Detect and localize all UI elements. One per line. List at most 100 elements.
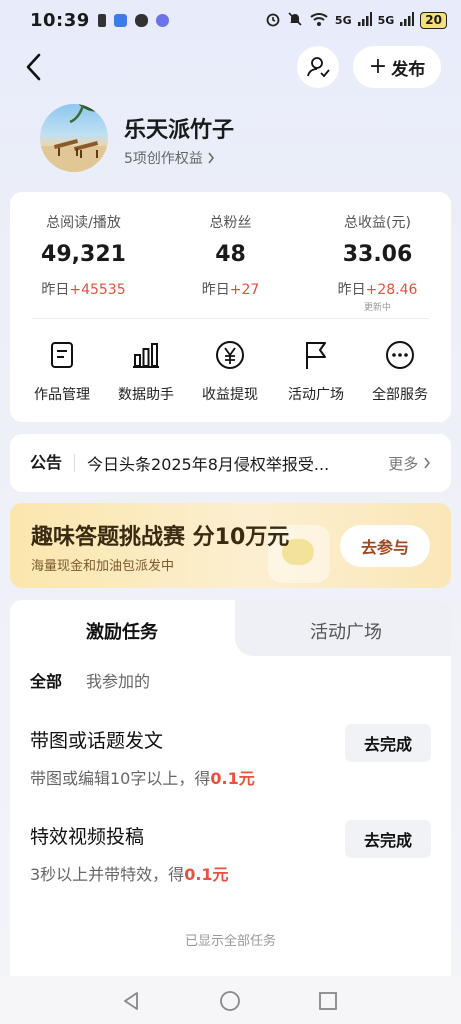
tab-incentive-tasks[interactable]: 激励任务 — [86, 618, 158, 644]
publish-label: 发布 — [391, 59, 426, 80]
service-label: 作品管理 — [34, 387, 90, 403]
task-item: 带图或话题发文 带图或编辑10字以上，得0.1元 去完成 — [30, 724, 431, 789]
stat-delta-value: +45535 — [69, 282, 126, 298]
nav-back-button[interactable] — [120, 990, 142, 1012]
service-label: 数据助手 — [118, 387, 174, 403]
stat-income[interactable]: 总收益(元) 33.06 昨日+28.46 更新中 — [304, 212, 451, 313]
system-nav-bar — [0, 976, 461, 1024]
stat-fans[interactable]: 总粉丝 48 昨日+27 — [157, 212, 304, 299]
stat-delta-prefix: 昨日 — [41, 282, 70, 298]
stat-value: 49,321 — [41, 242, 126, 267]
stat-value: 33.06 — [342, 242, 413, 267]
task-tabs: 激励任务 活动广场 — [10, 600, 451, 656]
service-activity-square[interactable]: 活动广场 — [272, 340, 360, 404]
back-button[interactable] — [18, 50, 48, 84]
stat-delta-prefix: 昨日 — [201, 282, 230, 298]
beach-chair-image — [40, 104, 108, 172]
chevron-left-icon — [26, 53, 41, 81]
stat-delta: 昨日+28.46 — [304, 279, 451, 299]
nav-home-button[interactable] — [219, 990, 241, 1012]
more-icon — [356, 340, 444, 370]
task-reward: 0.1元 — [210, 769, 255, 788]
service-data-assistant[interactable]: 数据助手 — [102, 340, 190, 404]
stat-label: 总阅读/播放 — [46, 215, 121, 231]
announcement-bar[interactable]: 公告 今日头条2025年8月侵权举报受... 更多 — [10, 434, 451, 492]
square-recents-icon — [319, 992, 337, 1010]
service-label: 活动广场 — [288, 387, 344, 403]
service-income-withdraw[interactable]: 收益提现 — [186, 340, 274, 404]
stat-delta-value: +27 — [229, 282, 260, 298]
music-icon — [155, 13, 169, 27]
network-label-2: 5G — [377, 13, 395, 27]
task-description-text: 带图或编辑10字以上，得 — [30, 769, 211, 788]
avatar[interactable] — [40, 104, 108, 172]
announcement-more-label: 更多 — [388, 454, 419, 473]
task-description: 带图或编辑10字以上，得0.1元 — [30, 765, 431, 789]
wechat-icon — [134, 13, 148, 27]
filter-joined[interactable]: 我参加的 — [86, 668, 150, 692]
banner-subtitle: 海量现金和加油包派发中 — [31, 559, 175, 574]
announcement-tag: 公告 — [30, 454, 76, 472]
banner-title: 趣味答题挑战赛 分10万元 — [31, 525, 290, 550]
filter-all[interactable]: 全部 — [30, 668, 62, 692]
service-all-services[interactable]: 全部服务 — [356, 340, 444, 404]
triangle-back-icon — [124, 992, 138, 1010]
status-time: 10:39 — [30, 9, 90, 31]
all-tasks-shown-note: 已显示全部任务 — [184, 934, 276, 949]
service-works-management[interactable]: 作品管理 — [18, 340, 106, 404]
service-label: 收益提现 — [202, 387, 258, 403]
stat-value: 48 — [215, 242, 246, 267]
join-button[interactable]: 去参与 — [340, 525, 430, 567]
alarm-icon — [265, 11, 281, 30]
task-item: 特效视频投稿 3秒以上并带特效，得0.1元 去完成 — [30, 820, 431, 885]
announcement-more-link[interactable]: 更多 — [388, 453, 431, 474]
tasks-panel: 激励任务 活动广场 全部 我参加的 带图或话题发文 带图或编辑10字以上，得0.… — [10, 600, 451, 980]
stat-reads[interactable]: 总阅读/播放 49,321 昨日+45535 — [10, 212, 157, 299]
stat-delta-prefix: 昨日 — [337, 282, 366, 298]
yuan-icon — [186, 340, 274, 370]
stat-delta-value: +28.46 — [365, 282, 418, 298]
complete-task-button[interactable]: 去完成 — [345, 820, 431, 858]
stat-label: 总收益(元) — [344, 215, 411, 231]
status-left: 10:39 — [30, 10, 169, 31]
flag-icon — [272, 340, 360, 370]
quiz-challenge-banner[interactable]: 趣味答题挑战赛 分10万元 海量现金和加油包派发中 去参与 — [10, 503, 451, 588]
user-icon — [307, 57, 330, 78]
nav-recents-button[interactable] — [317, 990, 339, 1012]
chevron-right-icon — [208, 152, 214, 164]
stat-delta: 昨日+27 — [157, 279, 304, 299]
task-reward: 0.1元 — [184, 865, 229, 884]
complete-task-button[interactable]: 去完成 — [345, 724, 431, 762]
tab-activity-square[interactable]: 活动广场 — [310, 618, 382, 644]
username: 乐天派竹子 — [124, 118, 235, 143]
publish-button[interactable]: + 发布 — [353, 46, 441, 88]
service-label: 全部服务 — [372, 387, 428, 403]
signal-icon — [357, 11, 372, 29]
document-icon — [18, 340, 106, 370]
battery-saver-icon — [97, 13, 106, 27]
creator-rights-link[interactable]: 5项创作权益 — [124, 148, 215, 168]
user-settings-button[interactable] — [297, 46, 339, 88]
status-right: 5G 5G 20 — [265, 11, 447, 30]
status-bar: 10:39 5G 5G 20 — [0, 0, 461, 40]
signal-icon — [400, 11, 415, 29]
battery-indicator: 20 — [420, 11, 447, 29]
task-description: 3秒以上并带特效，得0.1元 — [30, 861, 431, 885]
chevron-right-icon — [424, 457, 430, 468]
divider — [32, 318, 429, 319]
stat-label: 总粉丝 — [209, 215, 252, 231]
bar-chart-icon — [102, 340, 190, 370]
app-notification-icon — [113, 13, 127, 27]
task-description-text: 3秒以上并带特效，得 — [30, 865, 185, 884]
mute-icon — [287, 11, 303, 30]
network-label-1: 5G — [334, 13, 352, 27]
stat-updating: 更新中 — [363, 303, 391, 313]
wifi-icon — [309, 11, 329, 30]
stats-card: 总阅读/播放 49,321 昨日+45535 总粉丝 48 昨日+27 总收益(… — [10, 192, 451, 422]
announcement-text[interactable]: 今日头条2025年8月侵权举报受... — [87, 451, 353, 475]
creator-rights-label: 5项创作权益 — [124, 151, 203, 167]
circle-home-icon — [220, 991, 240, 1011]
task-filters: 全部 我参加的 — [30, 668, 150, 692]
stat-delta: 昨日+45535 — [10, 279, 157, 299]
plus-icon: + — [368, 54, 388, 79]
